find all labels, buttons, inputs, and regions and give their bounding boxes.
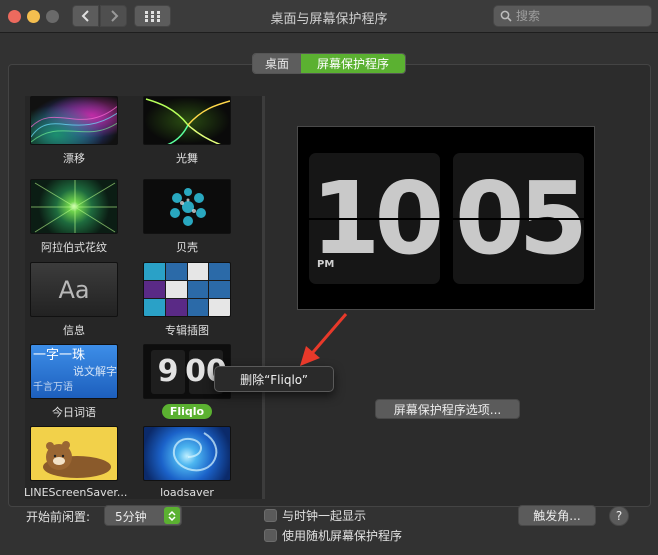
saver-item-word-of-the-day[interactable]: 一字一珠 说文解字 千言万语 今日词语 [25,344,124,420]
line-bear-thumbnail [30,426,118,481]
saver-label: loadsaver [160,486,214,499]
chevron-left-icon [81,10,89,22]
idle-time-value: 5分钟 [115,510,147,524]
idle-time-select[interactable]: 5分钟 [104,505,182,526]
saver-label: 专辑插图 [165,324,209,337]
select-stepper-icon [164,507,180,524]
saver-label: 贝壳 [176,241,198,254]
search-input[interactable] [516,8,646,24]
thumb-text-line: 一字一珠 [33,348,86,363]
saver-item-message[interactable]: Aa 信息 [25,262,124,338]
show-with-clock-checkbox[interactable] [264,509,277,522]
minimize-window-button[interactable] [27,10,40,23]
tab-desktop[interactable]: 桌面 [253,54,301,73]
saver-item-flurry[interactable]: 光舞 [137,96,237,166]
saver-label: 信息 [63,324,85,337]
saver-item-arabesque[interactable]: 阿拉伯式花纹 [25,179,124,255]
search-box[interactable] [493,5,652,27]
window-title: 桌面与屏幕保护程序 [270,12,388,27]
saver-label: 今日词语 [52,406,96,419]
saver-label: LINEScreenSaver... [25,486,128,499]
flip-card-hours: 10 PM [309,153,440,284]
screen-saver-preview: 10 PM 05 [297,126,595,310]
tab-control: 桌面 屏幕保护程序 [252,53,406,74]
context-menu-delete-fliqlo[interactable]: 删除“Fliqlo” [214,366,334,392]
show-all-button[interactable] [134,5,171,27]
flip-divider [453,218,584,220]
saver-item-line-screensaver[interactable]: LINEScreenSaver... [25,426,128,499]
word-of-the-day-thumbnail: 一字一珠 说文解字 千言万语 [30,344,118,399]
saver-label: 阿拉伯式花纹 [41,241,107,254]
search-icon [500,10,512,22]
saver-item-loadsaver[interactable]: loadsaver [137,426,237,499]
show-with-clock-row[interactable]: 与时钟一起显示 [264,507,366,524]
saver-label: 漂移 [63,152,85,165]
random-saver-label: 使用随机屏幕保护程序 [282,529,403,543]
saver-label-selected: Fliqlo [161,404,213,419]
saver-item-album-artwork[interactable]: 专辑插图 [137,262,237,338]
flip-divider [309,218,440,220]
forward-button[interactable] [100,5,127,27]
saver-item-shell[interactable]: 贝壳 [137,179,237,255]
zoom-window-button[interactable] [46,10,59,23]
hot-corners-button[interactable]: 触发角... [518,505,596,526]
preview-ampm: PM [317,259,335,270]
screen-saver-options-button[interactable]: 屏幕保护程序选项... [375,399,520,419]
title-bar: 桌面与屏幕保护程序 [0,0,658,33]
grid-icon [145,10,160,22]
shell-thumbnail [143,179,231,234]
drift-thumbnail [30,96,118,145]
thumb-text-line: 千言万语 [33,382,73,393]
show-with-clock-label: 与时钟一起显示 [282,509,367,523]
close-window-button[interactable] [8,10,21,23]
loadsaver-thumbnail [143,426,231,481]
chevron-right-icon [110,10,118,22]
tab-screen-saver[interactable]: 屏幕保护程序 [301,54,405,73]
help-button[interactable]: ? [609,506,629,526]
flip-card-minutes: 05 [453,153,584,284]
arabesque-thumbnail [30,179,118,234]
list-divider [262,96,265,499]
idle-time-label: 开始前闲置: [26,510,91,524]
annotation-arrow-icon [300,313,348,366]
back-button[interactable] [72,5,99,27]
random-saver-checkbox[interactable] [264,529,277,542]
thumb-digit: 9 [151,349,185,394]
flurry-thumbnail [143,96,231,145]
saver-label: 光舞 [176,152,198,165]
random-saver-row[interactable]: 使用随机屏幕保护程序 [264,527,402,544]
message-thumbnail: Aa [30,262,118,317]
thumb-text-line: 说文解字 [73,365,117,378]
album-artwork-thumbnail [143,262,231,317]
screen-saver-list[interactable]: 漂移 光舞 阿拉伯式花纹 贝壳 Aa 信息 专辑插图 一字一珠 说文解字 千言万… [25,96,262,499]
saver-item-drift[interactable]: 漂移 [25,96,124,166]
